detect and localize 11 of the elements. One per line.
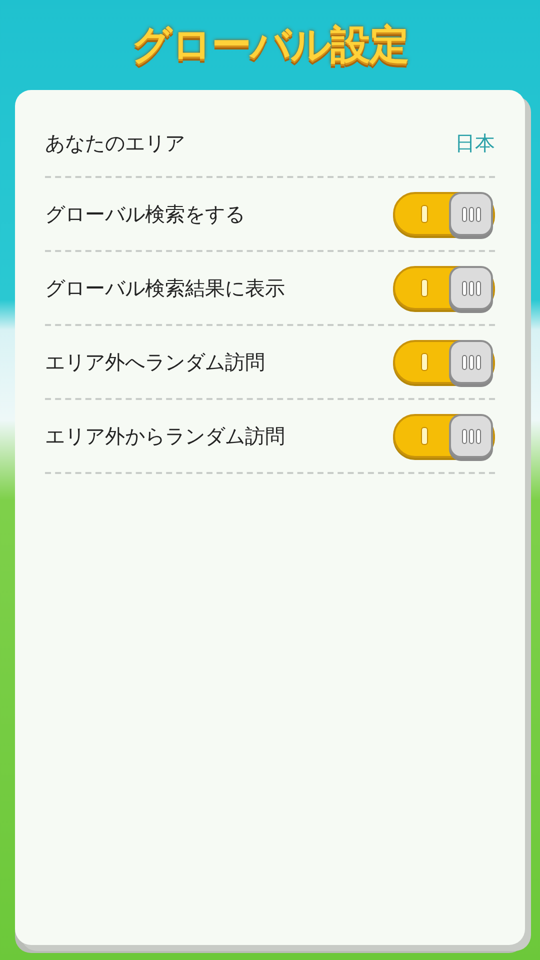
toggle-switch[interactable] [393, 414, 495, 458]
screen-title: グローバル設定 [132, 21, 408, 69]
setting-label: グローバル検索をする [45, 201, 245, 228]
toggle-switch[interactable] [393, 192, 495, 236]
area-label: あなたのエリア [45, 130, 185, 157]
area-value-link[interactable]: 日本 [455, 128, 495, 158]
toggle-switch[interactable] [393, 266, 495, 310]
setting-label: エリア外へランダム訪問 [45, 349, 265, 376]
toggle-switch[interactable] [393, 340, 495, 384]
setting-label: グローバル検索結果に表示 [45, 275, 285, 302]
setting-label: エリア外からランダム訪問 [45, 423, 285, 450]
